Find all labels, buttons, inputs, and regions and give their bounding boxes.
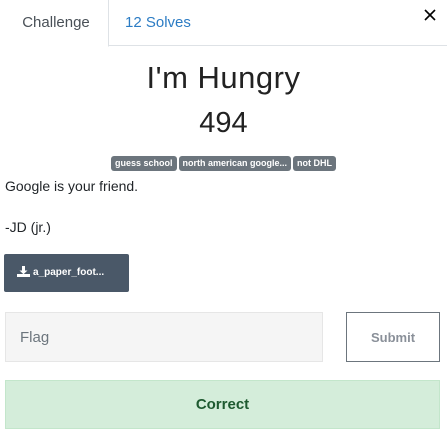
tag-badge: not DHL bbox=[293, 156, 337, 171]
tab-bar: Challenge 12 Solves bbox=[0, 0, 447, 47]
description-line: Google is your friend. bbox=[5, 178, 139, 194]
description-author: -JD (jr.) bbox=[5, 219, 51, 235]
tag-badge: north american google... bbox=[178, 156, 292, 171]
flag-input[interactable] bbox=[5, 312, 323, 362]
tab-challenge[interactable]: Challenge bbox=[0, 0, 109, 47]
download-icon bbox=[17, 266, 30, 277]
tag-list: guess school north american google... no… bbox=[0, 156, 447, 171]
challenge-title: I'm Hungry bbox=[146, 60, 301, 95]
submit-button[interactable]: Submit bbox=[346, 312, 440, 362]
challenge-description: Google is your friend. -JD (jr.) bbox=[5, 178, 138, 235]
file-download-button[interactable]: a_paper_foot... bbox=[4, 254, 129, 292]
challenge-points: 494 bbox=[199, 107, 248, 139]
close-icon[interactable] bbox=[421, 6, 439, 24]
result-notification: Correct bbox=[5, 380, 440, 429]
file-name: a_paper_foot... bbox=[33, 267, 105, 278]
tag-badge: guess school bbox=[110, 156, 177, 171]
challenge-modal: Challenge 12 Solves I'm Hungry 494 guess… bbox=[0, 0, 447, 439]
tab-solves[interactable]: 12 Solves bbox=[125, 0, 191, 46]
